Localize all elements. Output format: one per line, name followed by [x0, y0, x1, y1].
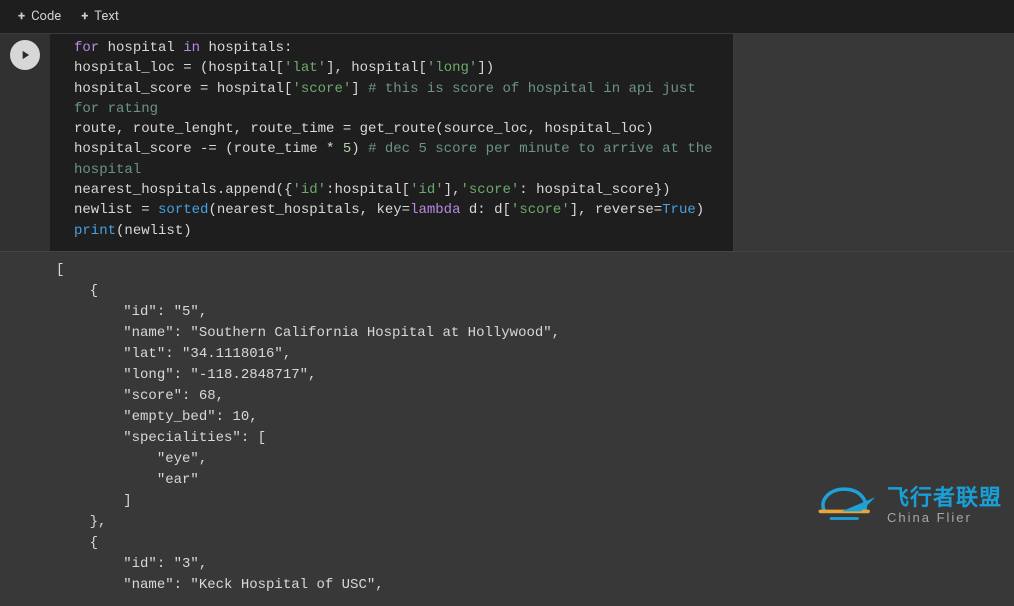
add-text-label: Text [94, 9, 119, 24]
cell-output: [ { "id": "5", "name": "Southern Califor… [50, 252, 1014, 606]
output-cell: [ { "id": "5", "name": "Southern Califor… [0, 251, 1014, 606]
code-token: for [74, 40, 99, 56]
code-line: newlist = sorted(nearest_hospitals, key=… [74, 200, 723, 220]
plus-icon: + [18, 9, 25, 24]
code-token: nearest_hospitals.append({ [74, 182, 292, 198]
run-button[interactable] [10, 40, 40, 70]
code-token: 'long' [427, 60, 477, 76]
code-token: 'id' [410, 182, 444, 198]
code-token: sorted [158, 202, 208, 218]
code-token: : hospital_score}) [519, 182, 670, 198]
code-token: ], [444, 182, 461, 198]
code-token: ], hospital[ [326, 60, 427, 76]
code-token: hospital_loc = (hospital[ [74, 60, 284, 76]
code-token: newlist = [74, 202, 158, 218]
plus-icon: + [81, 9, 88, 24]
code-line: for hospital in hospitals: [74, 38, 723, 58]
code-token: 'score' [511, 202, 570, 218]
code-line: hospital_loc = (hospital['lat'], hospita… [74, 58, 723, 78]
code-token: 'lat' [284, 60, 326, 76]
watermark: 飞行者联盟 China Flier [815, 476, 1002, 528]
code-line: hospital_score = hospital['score'] # thi… [74, 79, 723, 120]
cell-gutter [0, 34, 50, 251]
play-icon [18, 48, 32, 62]
code-token: hospitals: [200, 40, 292, 56]
code-token: 5 [343, 141, 351, 157]
code-token: (nearest_hospitals, key= [208, 202, 410, 218]
code-token: print [74, 223, 116, 239]
code-token: ) [351, 141, 368, 157]
watermark-logo-icon [815, 476, 877, 528]
code-token: hospital_score -= (route_time * [74, 141, 343, 157]
code-token: (newlist) [116, 223, 192, 239]
code-token: :hospital[ [326, 182, 410, 198]
output-gutter [0, 252, 50, 606]
code-line: route, route_lenght, route_time = get_ro… [74, 119, 723, 139]
watermark-title: 飞行者联盟 [887, 480, 1002, 512]
add-code-button[interactable]: + Code [8, 5, 71, 28]
code-cell: for hospital in hospitals: hospital_loc … [0, 34, 1014, 251]
code-token: 'id' [292, 182, 326, 198]
code-line: print(newlist) [74, 221, 723, 241]
code-token: ] [351, 81, 368, 97]
code-line: hospital_score -= (route_time * 5) # dec… [74, 139, 723, 180]
watermark-text: 飞行者联盟 China Flier [887, 480, 1002, 525]
code-token: hospital_score = hospital[ [74, 81, 292, 97]
code-token: d: d[ [461, 202, 511, 218]
code-token: ], reverse= [570, 202, 662, 218]
add-code-label: Code [31, 9, 61, 24]
code-token: lambda [410, 202, 460, 218]
code-token: ) [696, 202, 704, 218]
code-token: in [183, 40, 200, 56]
watermark-subtitle: China Flier [887, 510, 1002, 525]
code-token: ]) [477, 60, 494, 76]
code-editor[interactable]: for hospital in hospitals: hospital_loc … [50, 34, 734, 251]
add-text-button[interactable]: + Text [71, 5, 129, 28]
code-token: hospital [99, 40, 183, 56]
code-token: route, route_lenght, route_time = get_ro… [74, 121, 654, 137]
code-token: 'score' [292, 81, 351, 97]
toolbar: + Code + Text [0, 0, 1014, 34]
code-token: 'score' [460, 182, 519, 198]
code-line: nearest_hospitals.append({'id':hospital[… [74, 180, 723, 200]
code-token: True [662, 202, 696, 218]
